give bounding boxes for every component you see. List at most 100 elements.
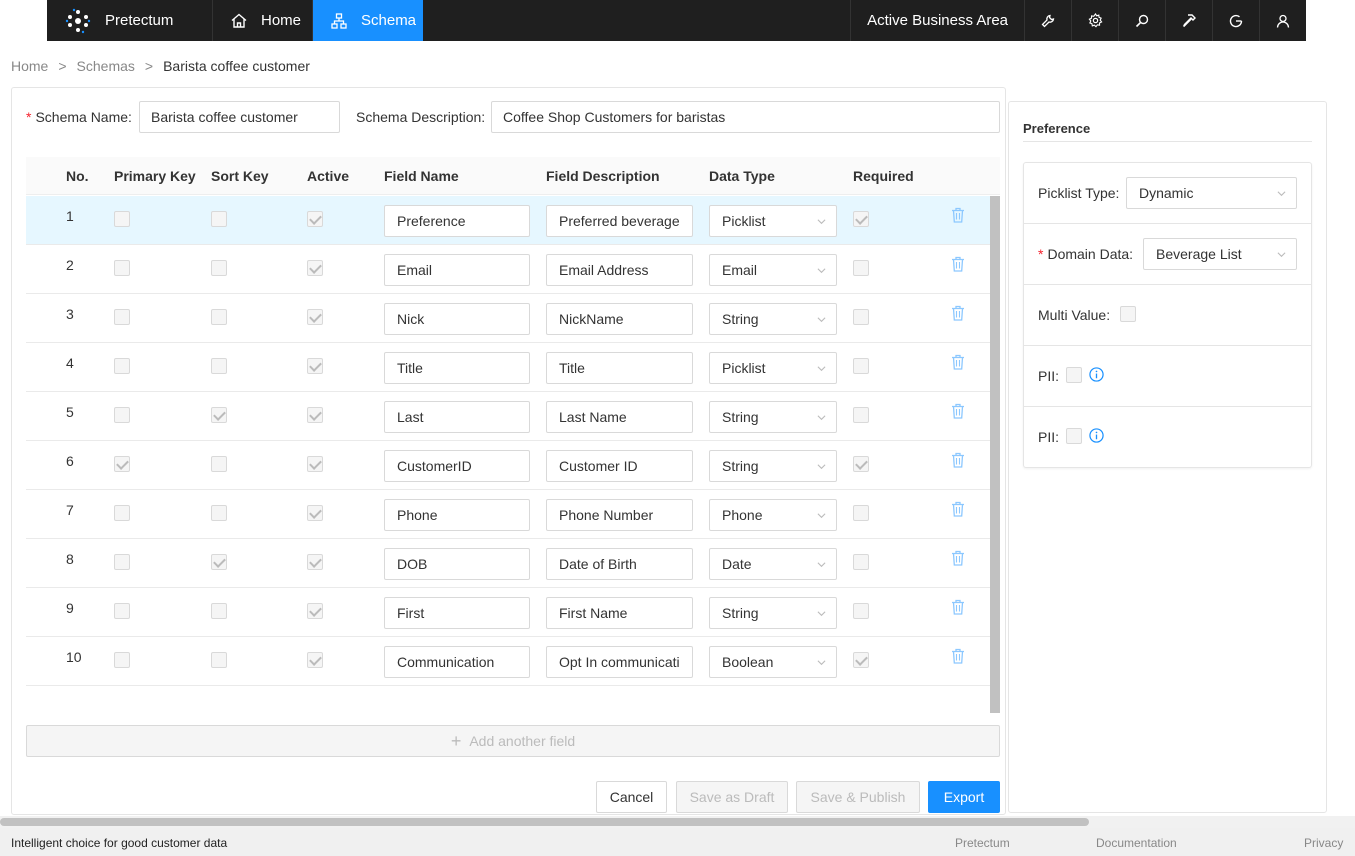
breadcrumb-home[interactable]: Home	[11, 58, 48, 74]
sort-key-checkbox[interactable]	[211, 407, 227, 423]
footer-link-documentation[interactable]: Documentation	[1096, 836, 1177, 850]
field-name-input[interactable]: Title	[384, 352, 530, 384]
field-name-input[interactable]: Communication	[384, 646, 530, 678]
active-checkbox[interactable]	[307, 554, 323, 570]
delete-icon[interactable]	[951, 305, 965, 321]
required-checkbox[interactable]	[853, 456, 869, 472]
table-row[interactable]: 3 Nick NickName String	[26, 294, 990, 343]
sort-key-checkbox[interactable]	[211, 358, 227, 374]
settings-button[interactable]	[1071, 0, 1118, 41]
primary-key-checkbox[interactable]	[114, 603, 130, 619]
data-type-select[interactable]: Picklist	[709, 352, 837, 384]
data-type-select[interactable]: Picklist	[709, 205, 837, 237]
field-description-input[interactable]: Email Address	[546, 254, 693, 286]
field-name-input[interactable]: Nick	[384, 303, 530, 335]
required-checkbox[interactable]	[853, 554, 869, 570]
active-checkbox[interactable]	[307, 456, 323, 472]
field-name-input[interactable]: CustomerID	[384, 450, 530, 482]
primary-key-checkbox[interactable]	[114, 211, 130, 227]
table-row[interactable]: 8 DOB Date of Birth Date	[26, 539, 990, 588]
nav-home[interactable]: Home	[213, 0, 313, 41]
field-name-input[interactable]: Preference	[384, 205, 530, 237]
nav-schema[interactable]: Schema	[313, 0, 423, 41]
cancel-button[interactable]: Cancel	[596, 781, 667, 813]
pii-checkbox[interactable]	[1066, 428, 1082, 444]
add-field-button[interactable]: + Add another field	[26, 725, 1000, 757]
delete-icon[interactable]	[951, 501, 965, 517]
field-name-input[interactable]: Phone	[384, 499, 530, 531]
primary-key-checkbox[interactable]	[114, 456, 130, 472]
field-name-input[interactable]: Email	[384, 254, 530, 286]
primary-key-checkbox[interactable]	[114, 407, 130, 423]
sort-key-checkbox[interactable]	[211, 260, 227, 276]
field-name-input[interactable]: First	[384, 597, 530, 629]
data-type-select[interactable]: Email	[709, 254, 837, 286]
delete-icon[interactable]	[951, 256, 965, 272]
field-description-input[interactable]: Title	[546, 352, 693, 384]
data-type-select[interactable]: Boolean	[709, 646, 837, 678]
data-type-select[interactable]: String	[709, 450, 837, 482]
delete-icon[interactable]	[951, 599, 965, 615]
required-checkbox[interactable]	[853, 652, 869, 668]
delete-icon[interactable]	[951, 403, 965, 419]
required-checkbox[interactable]	[853, 358, 869, 374]
schema-name-input[interactable]: Barista coffee customer	[139, 101, 340, 133]
user-button[interactable]	[1259, 0, 1306, 41]
primary-key-checkbox[interactable]	[114, 505, 130, 521]
required-checkbox[interactable]	[853, 309, 869, 325]
field-name-input[interactable]: Last	[384, 401, 530, 433]
field-description-input[interactable]: Last Name	[546, 401, 693, 433]
primary-key-checkbox[interactable]	[114, 652, 130, 668]
delete-icon[interactable]	[951, 550, 965, 566]
refresh-button[interactable]	[1212, 0, 1259, 41]
sort-key-checkbox[interactable]	[211, 652, 227, 668]
required-checkbox[interactable]	[853, 260, 869, 276]
active-checkbox[interactable]	[307, 260, 323, 276]
field-name-input[interactable]: DOB	[384, 548, 530, 580]
field-description-input[interactable]: NickName	[546, 303, 693, 335]
table-row[interactable]: 7 Phone Phone Number Phone	[26, 490, 990, 539]
active-checkbox[interactable]	[307, 407, 323, 423]
active-checkbox[interactable]	[307, 211, 323, 227]
info-icon[interactable]	[1089, 367, 1104, 382]
active-checkbox[interactable]	[307, 603, 323, 619]
field-description-input[interactable]: Date of Birth	[546, 548, 693, 580]
sort-key-checkbox[interactable]	[211, 211, 227, 227]
multi-value-checkbox[interactable]	[1120, 306, 1136, 322]
schema-description-input[interactable]: Coffee Shop Customers for baristas	[491, 101, 1000, 133]
data-type-select[interactable]: String	[709, 401, 837, 433]
footer-link-pretectum[interactable]: Pretectum	[955, 836, 1010, 850]
brand[interactable]: Pretectum	[47, 0, 213, 41]
active-business-area[interactable]: Active Business Area	[850, 0, 1024, 41]
data-type-select[interactable]: Date	[709, 548, 837, 580]
field-description-input[interactable]: Customer ID	[546, 450, 693, 482]
delete-icon[interactable]	[951, 648, 965, 664]
data-type-select[interactable]: Phone	[709, 499, 837, 531]
sort-key-checkbox[interactable]	[211, 505, 227, 521]
sort-key-checkbox[interactable]	[211, 456, 227, 472]
data-type-select[interactable]: String	[709, 303, 837, 335]
search-button[interactable]	[1118, 0, 1165, 41]
table-row[interactable]: 2 Email Email Address Email	[26, 245, 990, 294]
active-checkbox[interactable]	[307, 505, 323, 521]
delete-icon[interactable]	[951, 452, 965, 468]
table-row[interactable]: 4 Title Title Picklist	[26, 343, 990, 392]
pii-checkbox[interactable]	[1066, 367, 1082, 383]
field-description-input[interactable]: Phone Number	[546, 499, 693, 531]
required-checkbox[interactable]	[853, 505, 869, 521]
required-checkbox[interactable]	[853, 407, 869, 423]
save-publish-button[interactable]: Save & Publish	[796, 781, 920, 813]
tools-button[interactable]	[1165, 0, 1212, 41]
primary-key-checkbox[interactable]	[114, 554, 130, 570]
save-draft-button[interactable]: Save as Draft	[676, 781, 788, 813]
primary-key-checkbox[interactable]	[114, 309, 130, 325]
required-checkbox[interactable]	[853, 211, 869, 227]
active-checkbox[interactable]	[307, 358, 323, 374]
delete-icon[interactable]	[951, 354, 965, 370]
sort-key-checkbox[interactable]	[211, 603, 227, 619]
field-description-input[interactable]: Opt In communicati	[546, 646, 693, 678]
active-checkbox[interactable]	[307, 652, 323, 668]
table-scrollbar[interactable]	[990, 196, 1000, 713]
data-type-select[interactable]: String	[709, 597, 837, 629]
picklist-type-select[interactable]: Dynamic	[1126, 177, 1297, 209]
